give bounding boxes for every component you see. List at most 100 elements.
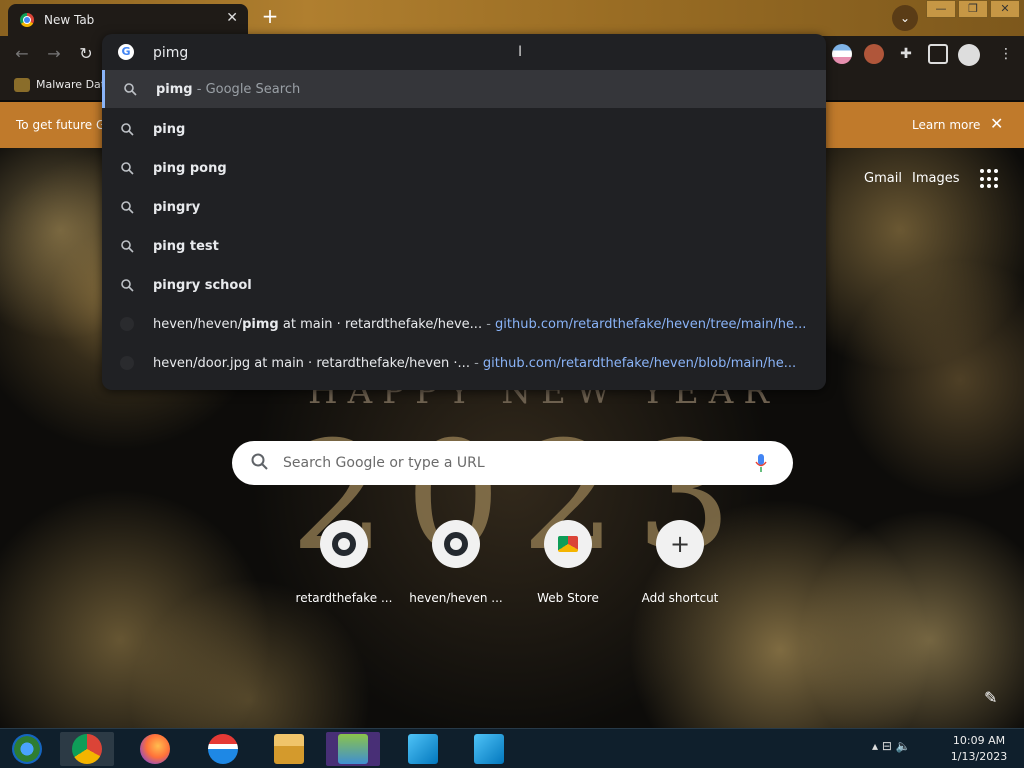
tab-new-tab[interactable]: New Tab ✕ xyxy=(8,4,248,36)
text-cursor-icon: I xyxy=(518,44,523,60)
shortcut-label: Add shortcut xyxy=(641,591,719,605)
tab-search-button[interactable]: ⌄ xyxy=(892,5,918,31)
history-separator: - xyxy=(469,356,483,371)
gmail-link[interactable]: Gmail xyxy=(864,171,902,186)
shortcut-label: retardthefake ... xyxy=(295,591,393,605)
shortcut-heven[interactable]: heven/heven ... xyxy=(400,520,512,605)
show-hidden-icons-icon[interactable]: ▴ xyxy=(872,739,878,753)
bookmark-icon xyxy=(14,78,30,92)
reload-button[interactable]: ↻ xyxy=(74,42,98,66)
search-icon xyxy=(121,201,134,214)
taskbar-installer-2[interactable] xyxy=(462,732,516,766)
omnibox-input-row[interactable]: G pimg I xyxy=(102,34,826,70)
history-row[interactable]: heven/heven/pimg at main · retardthefake… xyxy=(102,305,826,343)
customize-pencil-icon[interactable]: ✎ xyxy=(984,688,997,707)
close-window-button[interactable]: ✕ xyxy=(990,0,1020,18)
history-title-post: at main · retardthefake/heve... xyxy=(278,317,483,332)
puzzle-extensions-icon[interactable]: ✚ xyxy=(896,44,916,64)
search-icon xyxy=(121,123,134,136)
taskbar-clock[interactable]: 10:09 AM 1/13/2023 xyxy=(944,733,1014,765)
tab-strip: New Tab ✕ + ⌄ — ❐ ✕ xyxy=(0,0,1024,36)
history-separator: - xyxy=(482,317,496,332)
back-button[interactable]: ← xyxy=(10,42,34,66)
suggestion-match: pimg xyxy=(156,82,193,97)
search-icon xyxy=(251,453,268,470)
info-bar-text: To get future G xyxy=(16,118,106,132)
installer-icon xyxy=(408,734,438,764)
installer-icon xyxy=(474,734,504,764)
users-icon xyxy=(338,734,368,764)
search-icon xyxy=(121,240,134,253)
suggestion-row[interactable]: ping test xyxy=(102,227,826,265)
volume-icon[interactable]: 🔈 xyxy=(896,739,911,753)
microphone-icon[interactable] xyxy=(754,453,768,473)
google-apps-icon[interactable] xyxy=(980,169,1000,189)
github-icon xyxy=(332,532,356,556)
profile-extension-icon[interactable] xyxy=(864,44,884,64)
google-g-icon: G xyxy=(118,44,134,60)
web-store-icon xyxy=(558,536,578,552)
suggestion-row[interactable]: pingry xyxy=(102,188,826,226)
chrome-icon xyxy=(72,734,102,764)
suggestion-match: ping test xyxy=(153,239,219,254)
history-row[interactable]: heven/door.jpg at main · retardthefake/h… xyxy=(102,344,826,382)
suggestion-match: pingry xyxy=(153,200,201,215)
omnibox-input[interactable]: pimg xyxy=(153,45,188,61)
windows-start-icon xyxy=(12,734,42,764)
bookmark-malware[interactable]: Malware Dat xyxy=(14,78,105,92)
app-logo-icon xyxy=(208,734,238,764)
shortcut-icon-circle: + xyxy=(656,520,704,568)
extension-icon[interactable] xyxy=(832,44,852,64)
new-tab-button[interactable]: + xyxy=(258,4,282,28)
forward-button[interactable]: → xyxy=(42,42,66,66)
taskbar-installer-1[interactable] xyxy=(396,732,450,766)
shortcut-label: Web Store xyxy=(537,591,599,605)
shortcut-retardthefake[interactable]: retardthefake ... xyxy=(288,520,400,605)
suggestion-row[interactable]: pingry school xyxy=(102,266,826,304)
history-title-pre: heven/heven/ xyxy=(153,317,243,332)
folder-icon xyxy=(274,734,304,764)
suggestion-row[interactable]: pimg - Google Search xyxy=(102,70,826,108)
github-icon xyxy=(444,532,468,556)
system-tray[interactable]: ▴ ⊟ 🔈 xyxy=(872,739,911,753)
history-title-pre: heven/door.jpg at main · retardthefake/h… xyxy=(153,356,470,371)
taskbar-users[interactable] xyxy=(326,732,380,766)
clock-time: 10:09 AM xyxy=(952,734,1006,747)
taskbar-chrome[interactable] xyxy=(60,732,114,766)
shortcut-label: heven/heven ... xyxy=(409,591,503,605)
start-button[interactable] xyxy=(0,732,54,766)
suggestion-row[interactable]: ping pong xyxy=(102,149,826,187)
search-icon xyxy=(121,162,134,175)
ntp-search-box[interactable]: Search Google or type a URL xyxy=(232,441,793,485)
tab-title: New Tab xyxy=(44,13,95,27)
history-url: github.com/retardthefake/heven/tree/main… xyxy=(495,317,807,332)
suggestion-suffix: - Google Search xyxy=(192,82,301,97)
info-bar-close-icon[interactable]: ✕ xyxy=(990,114,1003,133)
history-title-match: pimg xyxy=(242,317,279,332)
page-favicon-icon xyxy=(120,317,134,331)
omnibox-dropdown: G pimg I pimg - Google Search ping ping … xyxy=(102,34,826,390)
menu-kebab-icon[interactable]: ⋮ xyxy=(996,44,1016,64)
suggestion-row[interactable]: ping xyxy=(102,110,826,148)
tab-close-icon[interactable]: ✕ xyxy=(226,10,238,26)
maximize-button[interactable]: ❐ xyxy=(958,0,988,18)
suggestion-match: pingry school xyxy=(153,278,252,293)
images-link[interactable]: Images xyxy=(912,171,960,186)
side-panel-icon[interactable] xyxy=(928,44,948,64)
taskbar-file-explorer[interactable] xyxy=(262,732,316,766)
profile-avatar-icon[interactable] xyxy=(958,44,980,66)
network-icon[interactable]: ⊟ xyxy=(882,739,892,753)
firefox-icon xyxy=(140,734,170,764)
shortcut-add[interactable]: + Add shortcut xyxy=(624,520,736,605)
shortcut-icon-circle xyxy=(432,520,480,568)
learn-more-link[interactable]: Learn more xyxy=(912,118,980,132)
window-controls: — ❐ ✕ xyxy=(924,0,1020,18)
chrome-icon xyxy=(20,13,34,27)
taskbar-firefox[interactable] xyxy=(128,732,182,766)
taskbar-app[interactable] xyxy=(196,732,250,766)
minimize-button[interactable]: — xyxy=(926,0,956,18)
search-icon xyxy=(124,83,137,96)
shortcut-icon-circle xyxy=(320,520,368,568)
search-placeholder: Search Google or type a URL xyxy=(283,455,485,471)
shortcut-web-store[interactable]: Web Store xyxy=(512,520,624,605)
